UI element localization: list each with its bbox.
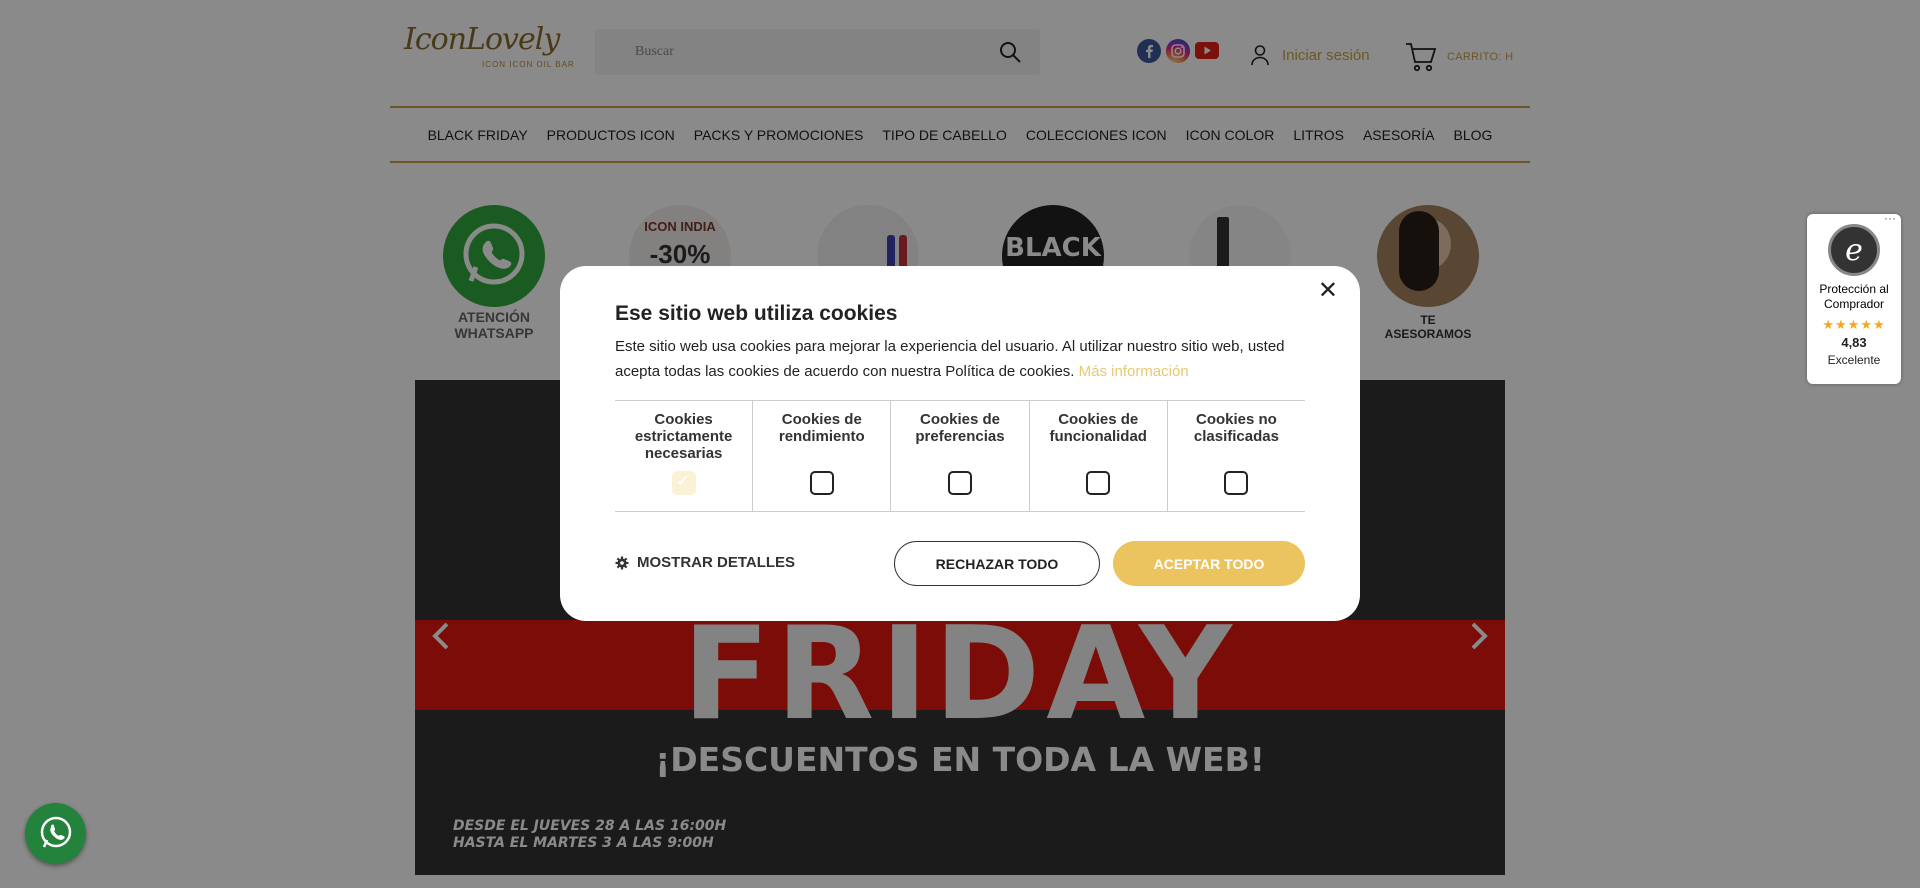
accept-all-button[interactable]: ACEPTAR TODO — [1113, 541, 1305, 586]
cookie-category-functionality: Cookies de funcionalidad — [1030, 401, 1168, 511]
cookie-dialog-description: Este sitio web usa cookies para mejorar … — [615, 334, 1315, 384]
cookie-category-necessary: Cookies estrictamente necesarias — [615, 401, 754, 511]
gear-icon — [615, 556, 629, 569]
trusted-shops-badge[interactable]: ··· e Protección al Comprador ★★★★★ 4,83… — [1807, 211, 1901, 384]
close-icon[interactable]: ✕ — [1318, 276, 1338, 304]
cookie-category-label: Cookies estrictamente necesarias — [634, 411, 733, 462]
show-details-label: MOSTRAR DETALLES — [637, 554, 796, 571]
cookie-category-performance: Cookies de rendimiento — [753, 401, 892, 511]
cookie-category-label: Cookies de rendimiento — [778, 411, 865, 445]
functionality-checkbox[interactable] — [1086, 471, 1111, 495]
reject-all-button[interactable]: RECHAZAR TODO — [894, 541, 1100, 586]
cookie-category-label: Cookies de funcionalidad — [1049, 411, 1147, 445]
rating-score: 4,83 — [1841, 335, 1867, 350]
cookie-dialog-title: Ese sitio web utiliza cookies — [615, 302, 898, 325]
show-details-button[interactable]: MOSTRAR DETALLES — [615, 554, 795, 571]
whatsapp-float-button[interactable] — [25, 803, 86, 864]
more-info-link[interactable]: Más información — [1079, 363, 1189, 380]
rating-stars-icon: ★★★★★ — [1822, 317, 1886, 332]
seal-letter: e — [1845, 233, 1863, 268]
trusted-shops-seal-icon: e — [1828, 224, 1880, 276]
necessary-checkbox — [671, 471, 696, 495]
rating-label: Excelente — [1827, 353, 1881, 367]
cookie-category-preferences: Cookies de preferencias — [891, 401, 1030, 511]
page: IconLovely ICON ICON OIL BAR Iniciar ses… — [0, 0, 1920, 888]
unclassified-checkbox[interactable] — [1224, 471, 1249, 495]
protection-label: Protección al Comprador — [1807, 282, 1901, 312]
performance-checkbox[interactable] — [809, 471, 834, 495]
cookie-category-unclassified: Cookies no clasificadas — [1168, 401, 1305, 511]
protection-line-2: Comprador — [1823, 297, 1885, 311]
trusted-shops-menu-icon[interactable]: ··· — [1884, 211, 1896, 225]
cookie-categories: Cookies estrictamente necesarias Cookies… — [615, 400, 1305, 512]
whatsapp-float-icon — [40, 816, 72, 848]
preferences-checkbox[interactable] — [948, 471, 972, 495]
cookie-category-label: Cookies de preferencias — [915, 411, 1005, 445]
cookie-consent-dialog: ✕ Ese sitio web utiliza cookies Este sit… — [560, 266, 1360, 621]
cookie-category-label: Cookies no clasificadas — [1193, 411, 1279, 445]
protection-line-1: Protección al — [1819, 282, 1889, 296]
